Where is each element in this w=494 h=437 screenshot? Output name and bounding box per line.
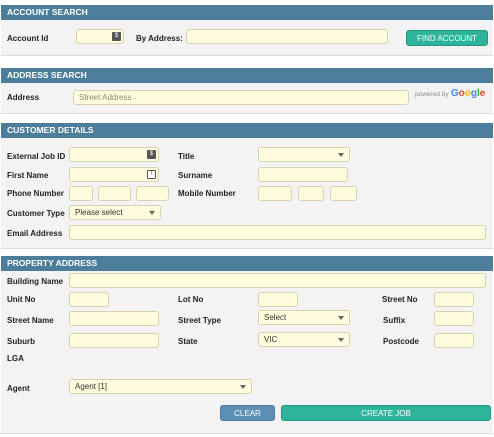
email-address-input[interactable] [69, 225, 486, 240]
property-address-header: PROPERTY ADDRESS [1, 256, 493, 271]
postcode-input[interactable] [434, 333, 474, 348]
phone-suffix-input[interactable] [136, 186, 169, 201]
unit-no-input[interactable] [69, 292, 109, 307]
phone-number-label: Phone Number [7, 189, 64, 198]
account-id-label: Account Id [7, 34, 49, 43]
mobile-part1-input[interactable] [258, 186, 292, 201]
mobile-part3-input[interactable] [330, 186, 357, 201]
lga-label: LGA [7, 354, 24, 363]
agent-label: Agent [7, 384, 30, 393]
customer-type-value: Please select [75, 208, 123, 217]
address-search-header: ADDRESS SEARCH [1, 68, 493, 83]
find-account-button[interactable]: FIND ACCOUNT [406, 30, 488, 46]
by-address-input[interactable] [186, 29, 388, 44]
street-type-label: Street Type [178, 316, 221, 325]
postcode-label: Postcode [383, 337, 420, 346]
suburb-input[interactable] [69, 333, 159, 348]
powered-by-text: powered by [415, 91, 449, 98]
street-no-input[interactable] [434, 292, 474, 307]
street-type-value: Select [264, 313, 287, 322]
state-label: State [178, 337, 198, 346]
street-address-placeholder: Street Address [79, 93, 132, 102]
powered-by-google: powered by Google [415, 88, 485, 101]
customer-type-label: Customer Type [7, 209, 65, 218]
account-search-header: ACCOUNT SEARCH [1, 5, 493, 20]
street-name-input[interactable] [69, 311, 159, 326]
address-label: Address [7, 93, 40, 102]
building-name-input[interactable] [69, 273, 486, 288]
external-job-id-label: External Job ID [7, 152, 66, 161]
google-logo: Google [450, 88, 486, 99]
clear-button[interactable]: CLEAR [220, 405, 275, 421]
street-type-select[interactable]: Select [258, 310, 350, 325]
create-job-button[interactable]: CREATE JOB [281, 405, 491, 421]
surname-label: Surname [178, 171, 213, 180]
unit-no-label: Unit No [7, 295, 36, 304]
street-no-label: Street No [382, 295, 418, 304]
customer-details-header: CUSTOMER DETAILS [1, 123, 493, 138]
lookup-icon[interactable]: $ [147, 150, 156, 159]
street-address-input[interactable]: Street Address [73, 90, 409, 105]
state-value: VIC [264, 335, 278, 344]
state-select[interactable]: VIC [258, 332, 350, 347]
lot-no-label: Lot No [178, 295, 204, 304]
agent-select[interactable]: Agent [1] [69, 379, 252, 394]
mobile-number-label: Mobile Number [178, 189, 236, 198]
first-name-label: First Name [7, 171, 49, 180]
title-label: Title [178, 152, 195, 161]
building-name-label: Building Name [7, 277, 64, 286]
lookup-icon[interactable]: $ [112, 32, 121, 41]
agent-value: Agent [1] [75, 382, 108, 391]
street-name-label: Street Name [7, 316, 54, 325]
surname-input[interactable] [258, 167, 348, 182]
phone-area-input[interactable] [69, 186, 93, 201]
suffix-label: Suffix [383, 316, 406, 325]
title-select[interactable] [258, 147, 350, 162]
phone-prefix-input[interactable] [98, 186, 131, 201]
customer-type-select[interactable]: Please select [69, 205, 161, 220]
lot-no-input[interactable] [258, 292, 298, 307]
contact-card-icon[interactable]: ! [147, 170, 156, 179]
suffix-input[interactable] [434, 311, 474, 326]
external-job-id-input[interactable] [69, 147, 159, 162]
first-name-input[interactable] [69, 167, 159, 182]
mobile-part2-input[interactable] [298, 186, 324, 201]
suburb-label: Suburb [7, 337, 35, 346]
email-address-label: Email Address [7, 229, 63, 238]
by-address-label: By Address: [136, 34, 183, 43]
